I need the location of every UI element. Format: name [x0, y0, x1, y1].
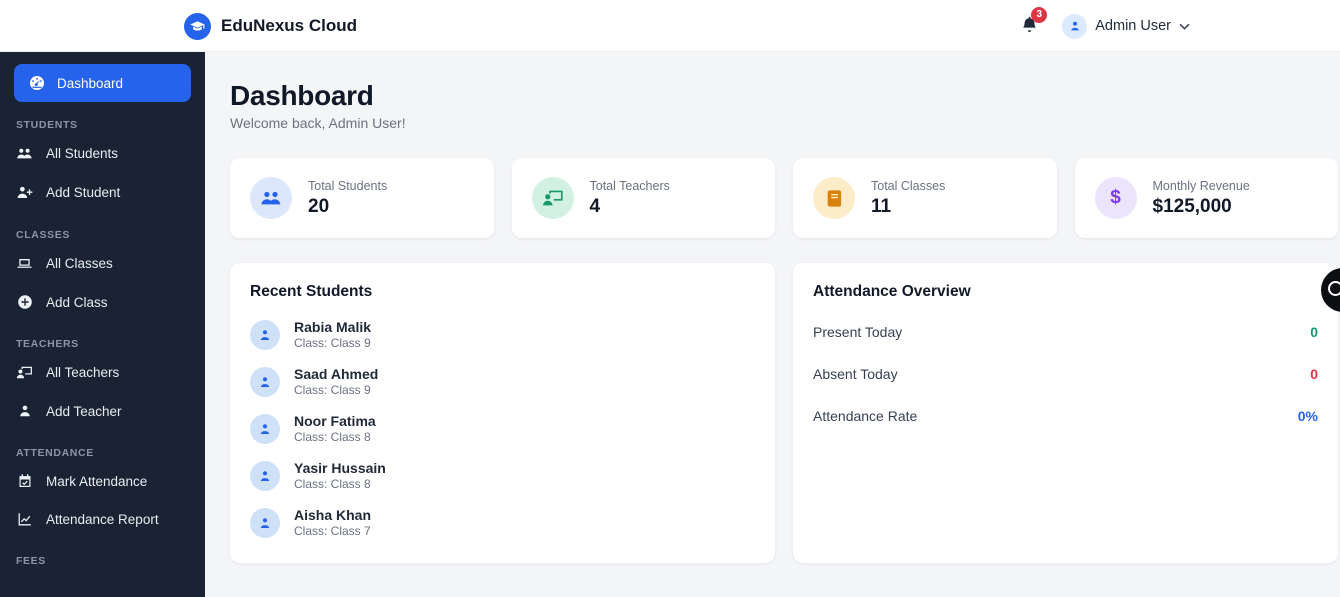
attendance-overview-panel: Attendance Overview Present Today 0 Abse… — [793, 263, 1338, 563]
student-list-item: Saad Ahmed Class: Class 9 — [250, 358, 755, 405]
stat-card-monthly-revenue: $ Monthly Revenue $125,000 — [1074, 158, 1338, 238]
student-avatar-icon — [250, 460, 280, 491]
user-menu[interactable]: Admin User — [1062, 13, 1190, 39]
sidebar-item-label: Dashboard — [57, 75, 124, 91]
page-title: Dashboard — [230, 80, 374, 111]
people-icon — [16, 145, 33, 162]
student-name: Aisha Khan — [294, 507, 372, 523]
main-content: Dashboard Welcome back, Admin User! Tota… — [205, 52, 1340, 597]
calendar-check-icon — [16, 473, 33, 489]
student-class: Class: Class 7 — [294, 524, 371, 538]
sidebar-item-label: Add Student — [46, 185, 121, 200]
speedometer-icon — [28, 75, 45, 91]
attendance-row-absent: Absent Today 0 — [813, 353, 1318, 395]
attendance-label: Present Today — [813, 324, 903, 340]
sidebar-item-label: Add Class — [46, 294, 108, 310]
stat-cards-row: Total Students 20 Total Teachers 4 Total… — [230, 158, 1338, 238]
brand: EduNexus Cloud — [184, 0, 357, 52]
plus-circle-icon — [16, 294, 33, 310]
attendance-label: Absent Today — [813, 366, 898, 382]
student-class: Class: Class 8 — [294, 430, 371, 444]
student-class: Class: Class 9 — [294, 336, 371, 350]
student-avatar-icon — [250, 366, 280, 397]
student-name: Saad Ahmed — [294, 366, 379, 382]
sidebar-section-teachers: TEACHERS — [16, 338, 79, 350]
attendance-label: Attendance Rate — [813, 408, 918, 424]
sidebar-item-all-teachers[interactable]: All Teachers — [0, 353, 205, 392]
notifications-button[interactable]: 3 — [1021, 6, 1048, 38]
book-icon — [813, 177, 855, 219]
brand-name: EduNexus Cloud — [221, 16, 358, 35]
sidebar: Dashboard STUDENTS All Students Add Stud… — [0, 52, 205, 597]
sidebar-section-students: STUDENTS — [16, 119, 78, 131]
sidebar-item-label: All Teachers — [46, 365, 120, 380]
sidebar-item-mark-attendance[interactable]: Mark Attendance — [0, 462, 205, 500]
top-header: EduNexus Cloud 3 Admin User — [0, 0, 1340, 52]
student-class: Class: Class 9 — [294, 383, 371, 397]
student-list-item: Noor Fatima Class: Class 8 — [250, 405, 755, 452]
sidebar-item-label: Add Teacher — [46, 403, 122, 419]
sidebar-section-fees: FEES — [16, 555, 46, 567]
sidebar-item-label: All Students — [46, 146, 119, 161]
teacher-board-icon — [16, 364, 33, 381]
recent-students-panel: Recent Students Rabia Malik Class: Class… — [230, 263, 775, 563]
attendance-row-present: Present Today 0 — [813, 311, 1318, 353]
stat-card-total-classes: Total Classes 11 — [793, 158, 1057, 238]
student-name: Rabia Malik — [294, 319, 372, 335]
teacher-icon — [531, 177, 574, 219]
stat-value: 4 — [589, 195, 601, 217]
graduation-cap-logo-icon — [184, 12, 211, 40]
attendance-value: 0 — [1310, 366, 1318, 382]
person-icon — [16, 403, 33, 419]
attendance-row-rate: Attendance Rate 0% — [813, 395, 1318, 437]
sidebar-section-classes: CLASSES — [16, 229, 71, 241]
people-icon — [250, 177, 292, 219]
sidebar-item-all-classes[interactable]: All Classes — [0, 244, 205, 283]
laptop-icon — [16, 255, 33, 272]
student-list-item: Rabia Malik Class: Class 9 — [250, 311, 755, 358]
sidebar-section-attendance: ATTENDANCE — [16, 447, 94, 459]
chevron-down-icon — [1179, 17, 1190, 35]
student-name: Noor Fatima — [294, 413, 376, 429]
sidebar-item-dashboard[interactable]: Dashboard — [14, 64, 191, 102]
notification-badge: 3 — [1031, 6, 1048, 23]
dollar-icon: $ — [1094, 177, 1137, 219]
avatar — [1062, 13, 1088, 39]
stat-label: Total Teachers — [589, 178, 670, 193]
attendance-value: 0% — [1297, 408, 1318, 424]
chart-line-icon — [16, 511, 33, 527]
student-list-item: Yasir Hussain Class: Class 8 — [250, 452, 755, 499]
clock-ring-icon — [1328, 281, 1340, 296]
stat-value: 20 — [308, 195, 330, 217]
student-name: Yasir Hussain — [294, 460, 386, 476]
stat-value: $125,000 — [1152, 195, 1232, 217]
stat-value: 11 — [871, 195, 892, 217]
sidebar-item-attendance-report[interactable]: Attendance Report — [0, 500, 205, 538]
sidebar-item-add-teacher[interactable]: Add Teacher — [0, 392, 205, 430]
stat-card-total-students: Total Students 20 — [230, 158, 494, 238]
student-list-item: Aisha Khan Class: Class 7 — [250, 499, 755, 546]
person-plus-icon — [16, 184, 33, 201]
page-subtitle: Welcome back, Admin User! — [230, 115, 406, 131]
user-name: Admin User — [1095, 18, 1171, 34]
panel-title: Attendance Overview — [813, 283, 971, 300]
student-avatar-icon — [250, 507, 280, 538]
stat-card-total-teachers: Total Teachers 4 — [511, 158, 775, 238]
sidebar-item-add-class[interactable]: Add Class — [0, 283, 205, 321]
student-avatar-icon — [250, 413, 280, 444]
stat-label: Total Students — [308, 178, 388, 193]
sidebar-item-add-student[interactable]: Add Student — [0, 173, 205, 212]
attendance-value: 0 — [1310, 324, 1318, 340]
sidebar-item-label: Attendance Report — [46, 511, 159, 527]
sidebar-item-all-students[interactable]: All Students — [0, 134, 205, 173]
student-avatar-icon — [250, 319, 280, 350]
stat-label: Monthly Revenue — [1152, 178, 1250, 193]
sidebar-item-label: Mark Attendance — [46, 473, 148, 489]
student-class: Class: Class 8 — [294, 477, 371, 491]
stat-label: Total Classes — [871, 178, 946, 193]
panel-title: Recent Students — [250, 283, 373, 300]
sidebar-item-label: All Classes — [46, 256, 113, 271]
